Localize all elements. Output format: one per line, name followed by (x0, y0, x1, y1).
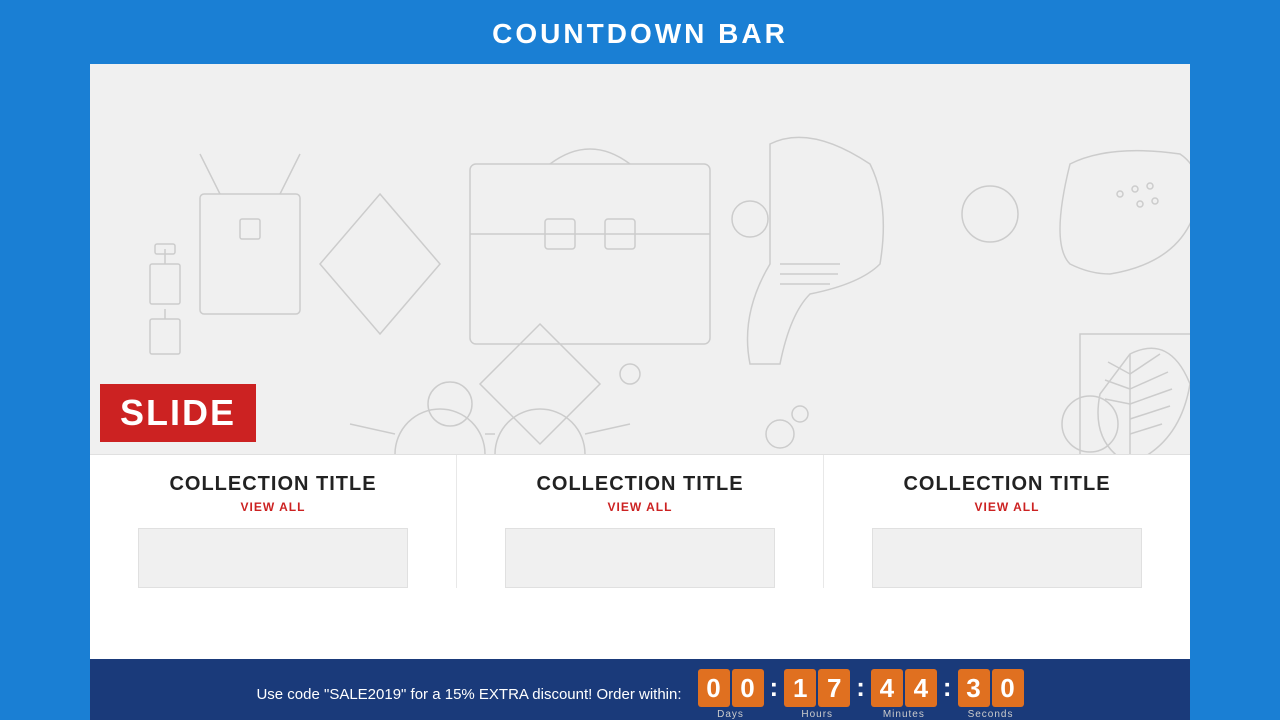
countdown-days: 0 0 Days (698, 669, 764, 720)
countdown-hours: 1 7 Hours (784, 669, 850, 720)
minutes-digit-1: 4 (871, 669, 903, 707)
hero-section: SLIDE View all products (90, 64, 1190, 454)
countdown-minutes: 4 4 Minutes (871, 669, 937, 720)
collection-1-title: COLLECTION TITLE (169, 473, 376, 496)
seconds-digit-2: 0 (992, 669, 1024, 707)
colon-2: : (856, 672, 865, 703)
minutes-label: Minutes (883, 709, 925, 720)
days-digit-1: 0 (698, 669, 730, 707)
seconds-digit-1: 3 (958, 669, 990, 707)
main-container: SLIDE View all products COLLECTION TITLE… (90, 64, 1190, 720)
days-label: Days (717, 709, 744, 720)
countdown-seconds: 3 0 Seconds (958, 669, 1024, 720)
hours-digit-1: 1 (784, 669, 816, 707)
seconds-digits: 3 0 (958, 669, 1024, 707)
colon-3: : (943, 672, 952, 703)
hours-digit-2: 7 (818, 669, 850, 707)
minutes-digit-2: 4 (905, 669, 937, 707)
collection-1-view-all[interactable]: VIEW ALL (241, 500, 306, 514)
days-digit-2: 0 (732, 669, 764, 707)
collection-3-image (872, 528, 1142, 588)
countdown-units: 0 0 Days : 1 7 Hours : 4 4 Minutes : (698, 669, 1024, 720)
collection-3: COLLECTION TITLE VIEW ALL (824, 455, 1190, 588)
collection-3-title: COLLECTION TITLE (903, 473, 1110, 496)
collection-2: COLLECTION TITLE VIEW ALL (457, 455, 824, 588)
hours-digits: 1 7 (784, 669, 850, 707)
collection-1: COLLECTION TITLE VIEW ALL (90, 455, 457, 588)
days-digits: 0 0 (698, 669, 764, 707)
colon-1: : (770, 672, 779, 703)
collection-2-image (505, 528, 775, 588)
minutes-digits: 4 4 (871, 669, 937, 707)
countdown-message: Use code "SALE2019" for a 15% EXTRA disc… (256, 686, 681, 703)
hours-label: Hours (801, 709, 833, 720)
countdown-bar: Use code "SALE2019" for a 15% EXTRA disc… (90, 659, 1190, 720)
page-title: COUNTDOWN BAR (492, 0, 788, 64)
seconds-label: Seconds (968, 709, 1014, 720)
collection-1-image (138, 528, 408, 588)
collections-section: COLLECTION TITLE VIEW ALL COLLECTION TIT… (90, 454, 1190, 588)
collection-2-view-all[interactable]: VIEW ALL (608, 500, 673, 514)
collection-2-title: COLLECTION TITLE (536, 473, 743, 496)
collection-3-view-all[interactable]: VIEW ALL (975, 500, 1040, 514)
slide-label: SLIDE (100, 384, 256, 442)
